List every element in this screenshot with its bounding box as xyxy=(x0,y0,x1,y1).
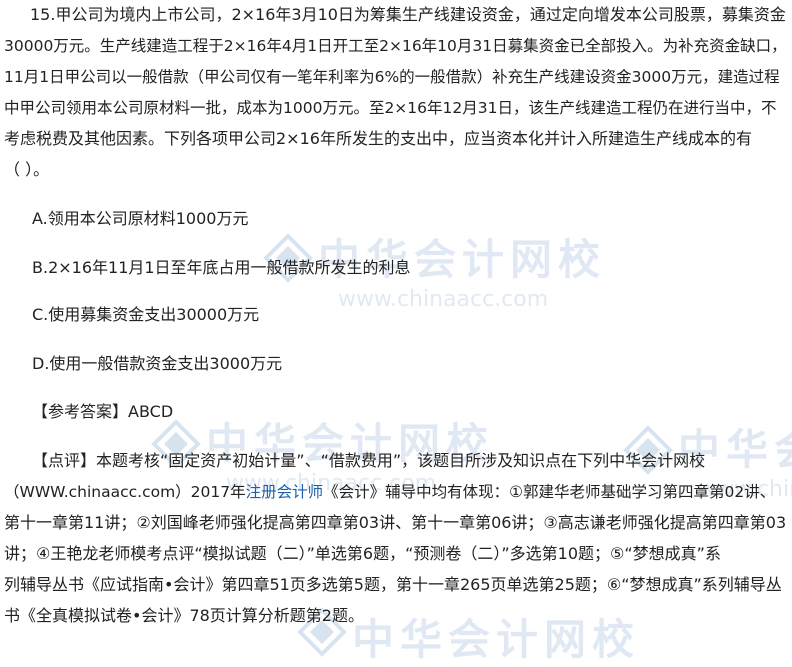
comment-line-4: 讲；④王艳龙老师模考点评“模拟试题（二）”单选第6题，“预测卷（二）”多选第10… xyxy=(4,544,721,563)
question-line-3: 11月1日甲公司以一般借款（甲公司仅有一笔年利率为6%的一般借款）补充生产线建设… xyxy=(4,68,780,86)
option-c: C.使用募集资金支出30000万元 xyxy=(32,305,260,324)
question-line-5: 考虑税费及其他因素。下列各项甲公司2×16年所发生的支出中，应当资本化并计入所建… xyxy=(4,129,752,148)
question-line-6: （ ）。 xyxy=(4,160,50,179)
question-line-1: 15.甲公司为境内上市公司，2×16年3月10日为筹集生产线建设资金，通过定向增… xyxy=(30,5,786,24)
comment-line-2: （WWW.chinaacc.com）2017年注册会计师《会计》辅导中均有体现：… xyxy=(4,483,776,501)
cpa-link[interactable]: 注册会计师 xyxy=(246,483,324,501)
comment-line-3: 第十一章第11讲；②刘国峰老师强化提高第四章第03讲、第十一章第06讲；③高志谦… xyxy=(4,513,787,532)
option-b: B.2×16年11月1日至年底占用一般借款所发生的利息 xyxy=(32,258,411,277)
option-a: A.领用本公司原材料1000万元 xyxy=(32,209,249,228)
question-line-4: 中甲公司领用本公司原材料一批，成本为1000万元。至2×16年12月31日，该生… xyxy=(4,99,777,117)
document-page: 中华会计网校 www.chinaacc.com 中华会计网校 www.china… xyxy=(0,0,792,664)
reference-answer: 【参考答案】ABCD xyxy=(32,402,174,421)
option-d: D.使用一般借款资金支出3000万元 xyxy=(32,354,283,373)
comment-line-1: 【点评】本题考核“固定资产初始计量”、“借款费用”，该题目所涉及知识点在下列中华… xyxy=(32,451,706,470)
watermark-4: 中华会计网校 xyxy=(352,615,641,664)
question-line-2: 30000万元。生产线建造工程于2×16年4月1日开工至2×16年10月31日募… xyxy=(4,37,787,55)
comment-line-5: 列辅导丛书《应试指南•会计》第四章51页多选第5题，第十一章265页单选第25题… xyxy=(4,575,782,594)
comment-line-6: 书《全真模拟试卷•会计》78页计算分析题第2题。 xyxy=(4,606,364,625)
